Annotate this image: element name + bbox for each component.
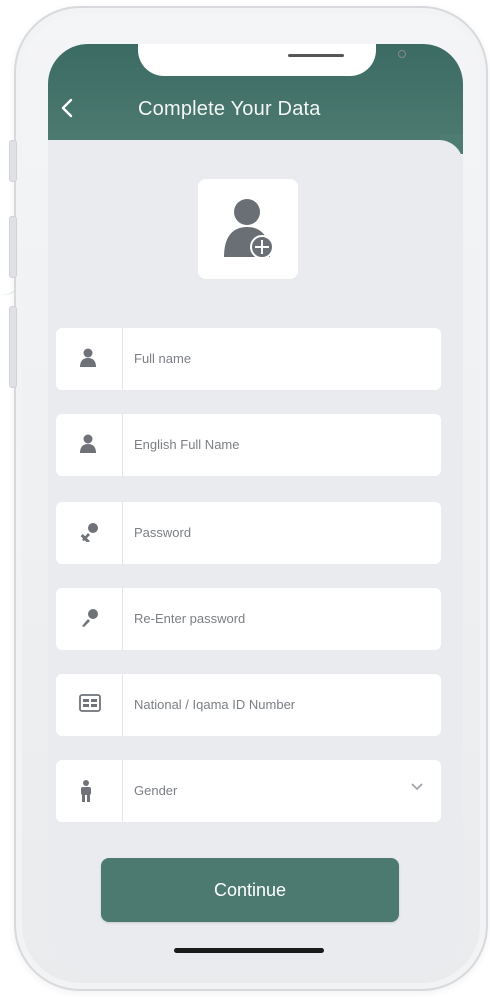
side-button-volume-down bbox=[9, 306, 17, 388]
speaker bbox=[288, 54, 344, 57]
national-id-placeholder: National / Iqama ID Number bbox=[134, 697, 296, 712]
key-icon bbox=[80, 523, 98, 542]
person-icon bbox=[81, 780, 91, 802]
side-button-volume-up bbox=[9, 216, 17, 278]
content-background bbox=[48, 140, 463, 180]
field-icon-cell bbox=[56, 674, 123, 736]
chevron-down-icon bbox=[411, 778, 423, 794]
field-icon-cell bbox=[56, 502, 123, 564]
english-full-name-placeholder: English Full Name bbox=[134, 437, 240, 452]
home-indicator bbox=[174, 948, 324, 953]
page-title: Complete Your Data bbox=[138, 98, 321, 120]
back-button[interactable] bbox=[60, 98, 80, 120]
password-field[interactable]: Password bbox=[56, 502, 441, 564]
phone-screen: Complete Your Data Full name English Ful… bbox=[48, 44, 463, 972]
gender-placeholder: Gender bbox=[134, 783, 178, 798]
re-enter-password-placeholder: Re-Enter password bbox=[134, 611, 246, 626]
camera bbox=[398, 50, 406, 58]
notch bbox=[138, 44, 406, 76]
full-name-field[interactable]: Full name bbox=[56, 328, 441, 390]
re-enter-password-field[interactable]: Re-Enter password bbox=[56, 588, 441, 650]
key-icon bbox=[82, 609, 98, 627]
field-icon-cell bbox=[56, 760, 123, 822]
field-icon-cell bbox=[56, 414, 123, 476]
user-icon bbox=[80, 348, 96, 367]
english-full-name-field[interactable]: English Full Name bbox=[56, 414, 441, 476]
full-name-placeholder: Full name bbox=[134, 351, 192, 366]
national-id-field[interactable]: National / Iqama ID Number bbox=[56, 674, 441, 736]
chevron-left-icon bbox=[61, 98, 73, 118]
id-card-icon bbox=[79, 694, 101, 712]
avatar-upload-button[interactable] bbox=[198, 179, 298, 279]
add-user-icon bbox=[224, 199, 274, 259]
user-icon bbox=[80, 434, 96, 453]
field-icon-cell bbox=[56, 328, 123, 390]
continue-button[interactable]: Continue bbox=[101, 858, 399, 922]
side-button-silent bbox=[9, 140, 17, 182]
password-placeholder: Password bbox=[134, 525, 192, 540]
field-icon-cell bbox=[56, 588, 123, 650]
gender-select[interactable]: Gender bbox=[56, 760, 441, 822]
